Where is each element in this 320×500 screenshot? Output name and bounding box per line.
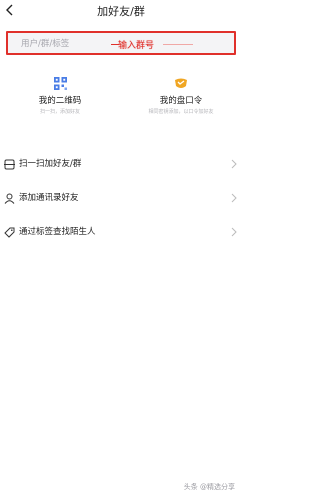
annotation-line (163, 44, 193, 45)
scan-icon (4, 159, 15, 170)
list-item-tag-search[interactable]: 通过标签查找陌生人 (0, 218, 242, 252)
card-sub: 相同密钥添加，以口令加好友 (148, 109, 214, 115)
chevron-right-icon (231, 193, 237, 203)
search-box[interactable]: 输入群号 (6, 31, 236, 55)
page-title: 加好友/群 (97, 5, 145, 18)
search-input[interactable] (21, 37, 111, 51)
card-label: 我的二维码 (38, 96, 82, 106)
password-icon (174, 76, 188, 90)
contact-icon (4, 193, 15, 204)
add-options-list: 扫一扫加好友/群 添加通讯录好友 通过标签查找陌生人 (0, 150, 242, 252)
watermark: 头条 @精选分享 (183, 483, 235, 491)
list-item-label: 通过标签查找陌生人 (19, 227, 96, 237)
card-label: 我的盘口令 (159, 96, 203, 106)
my-password-card[interactable]: 我的盘口令 相同密钥添加，以口令加好友 (126, 76, 236, 126)
chevron-right-icon (231, 159, 237, 169)
list-item-label: 扫一扫加好友/群 (19, 159, 82, 169)
my-qrcode-card[interactable]: 我的二维码 扫一扫，添加好友 (5, 76, 115, 126)
nav-bar: 加好友/群 (0, 0, 242, 22)
list-item-scan[interactable]: 扫一扫加好友/群 (0, 150, 242, 184)
tag-icon (4, 227, 15, 238)
card-sub: 扫一扫，添加好友 (39, 109, 80, 115)
list-item-contacts[interactable]: 添加通讯录好友 (0, 184, 242, 218)
list-item-label: 添加通讯录好友 (19, 193, 79, 203)
annotation-text: 输入群号 (118, 41, 155, 51)
qrcode-icon (53, 76, 67, 90)
chevron-right-icon (231, 227, 237, 237)
add-friend-page: 加好友/群 输入群号 我的二维码 扫一扫，添加好友 (0, 0, 242, 500)
